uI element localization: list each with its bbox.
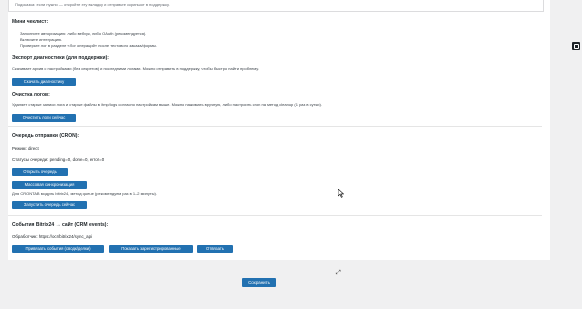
run-queue-button[interactable]: Запустить очередь сейчас [12, 201, 87, 209]
show-registered-button[interactable]: Показать зарегистрированные [109, 245, 193, 253]
checklist-title: Мини чеклист: [12, 19, 49, 25]
diagnostics-desc: Скачивает архив с настройками (без секре… [12, 66, 259, 71]
settings-panel [8, 0, 550, 260]
events-title: События Bitrix24 → сайт (CRM events): [12, 222, 109, 228]
queue-title: Очередь отправки (CRON): [12, 133, 80, 139]
divider [8, 126, 542, 127]
mass-sync-button[interactable]: Массовая синхронизация [12, 181, 87, 189]
expand-icon[interactable]: ⤢ [336, 270, 341, 276]
checklist-item: Включите интеграцию. [20, 37, 63, 42]
download-diagnostics-button[interactable]: Скачать диагностику [12, 78, 76, 86]
unbind-button[interactable]: Отвязать [197, 245, 233, 253]
events-handler: Обработчик: https://ocr/bitrix24/sync_ap… [12, 234, 92, 239]
cron-note: Для CRONTAB модуль bitrix24, метод queue… [12, 191, 157, 196]
clear-logs-button[interactable]: Очистить логи сейчас [12, 114, 76, 122]
open-queue-button[interactable]: Открыть очередь [12, 168, 68, 176]
checklist-item: Проверьте лог в разделе «Лог операций» п… [20, 43, 158, 48]
divider [8, 215, 542, 216]
checklist-item: Заполните авторизацию: либо вебхук, либо… [20, 31, 147, 36]
top-hint: Подсказка: если нужно — откройте эту вкл… [15, 2, 170, 7]
side-toggle-icon[interactable] [572, 42, 580, 50]
queue-mode: Режим: direct [12, 146, 39, 151]
save-button[interactable]: Сохранить [242, 278, 276, 287]
bind-events-button[interactable]: Привязать события (сводк/делки) [12, 245, 104, 253]
logs-cleanup-title: Очистка логов: [12, 92, 50, 98]
hint-box: Подсказка: если нужно — откройте эту вкл… [8, 0, 544, 12]
logs-cleanup-desc: Удаляет старые записи лога и старые файл… [12, 102, 322, 107]
queue-statuses: Статусы очереди: pending=0, done=0, erro… [12, 157, 105, 162]
diagnostics-title: Экспорт диагностики (для поддержки): [12, 55, 109, 61]
